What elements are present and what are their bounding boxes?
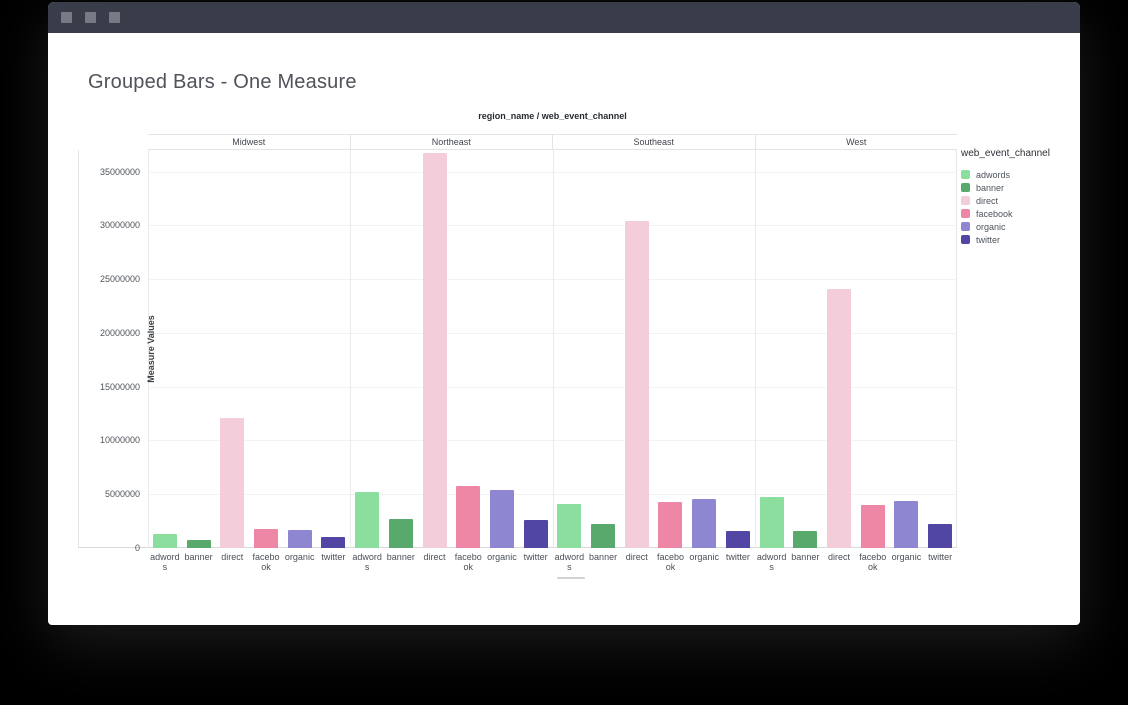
bar-southeast-direct[interactable] bbox=[625, 221, 649, 548]
legend-swatch-icon bbox=[961, 222, 970, 231]
bar-midwest-adwords[interactable] bbox=[153, 534, 177, 548]
legend-swatch-icon bbox=[961, 209, 970, 218]
bar-west-adwords[interactable] bbox=[760, 497, 784, 548]
bar-northeast-twitter[interactable] bbox=[524, 520, 548, 549]
x-tick-label: twitter bbox=[317, 552, 349, 562]
x-tick-label: direct bbox=[621, 552, 653, 562]
x-tick-label: adwords bbox=[553, 552, 585, 572]
bar-west-twitter[interactable] bbox=[928, 524, 952, 548]
y-tick-label: 15000000 bbox=[80, 382, 140, 392]
legend-swatch-icon bbox=[961, 235, 970, 244]
bar-west-facebook[interactable] bbox=[861, 505, 885, 548]
bar-northeast-organic[interactable] bbox=[490, 490, 514, 548]
legend-swatch-icon bbox=[961, 170, 970, 179]
bar-midwest-facebook[interactable] bbox=[254, 529, 278, 548]
bar-west-direct[interactable] bbox=[827, 289, 851, 548]
x-tick-label: facebook bbox=[857, 552, 889, 572]
y-tick-label: 0 bbox=[80, 543, 140, 553]
window-titlebar[interactable] bbox=[48, 2, 1080, 33]
bar-midwest-banner[interactable] bbox=[187, 540, 211, 548]
legend-item-direct[interactable]: direct bbox=[961, 194, 1076, 207]
x-tick-label: organic bbox=[890, 552, 922, 562]
scroll-handle[interactable] bbox=[557, 577, 585, 579]
chart-legend: web_event_channel adwords banner direct fac… bbox=[961, 148, 1076, 246]
bar-northeast-direct[interactable] bbox=[423, 153, 447, 548]
x-tick-label: facebook bbox=[654, 552, 686, 572]
y-tick-label: 25000000 bbox=[80, 274, 140, 284]
bar-midwest-twitter[interactable] bbox=[321, 537, 345, 548]
facet-panel-northeast bbox=[350, 150, 552, 548]
legend-item-label: facebook bbox=[976, 209, 1013, 219]
bar-northeast-adwords[interactable] bbox=[355, 492, 379, 548]
facet-panel-west bbox=[755, 150, 957, 548]
x-tick-label: adwords bbox=[149, 552, 181, 572]
x-tick-label: organic bbox=[688, 552, 720, 562]
x-tick-label: organic bbox=[284, 552, 316, 562]
legend-item-label: twitter bbox=[976, 235, 1000, 245]
bar-northeast-facebook[interactable] bbox=[456, 486, 480, 548]
x-tick-label: twitter bbox=[722, 552, 754, 562]
facet-header-southeast: Southeast bbox=[552, 135, 755, 149]
x-tick-label: twitter bbox=[924, 552, 956, 562]
bar-midwest-direct[interactable] bbox=[220, 418, 244, 548]
bar-west-organic[interactable] bbox=[894, 501, 918, 548]
legend-title: web_event_channel bbox=[961, 148, 1076, 159]
x-tick-label: facebook bbox=[250, 552, 282, 572]
bar-southeast-facebook[interactable] bbox=[658, 502, 682, 548]
legend-item-label: banner bbox=[976, 183, 1004, 193]
legend-item-label: adwords bbox=[976, 170, 1010, 180]
y-tick-label: 5000000 bbox=[80, 489, 140, 499]
x-tick-label: banner bbox=[587, 552, 619, 562]
y-tick-label: 10000000 bbox=[80, 435, 140, 445]
desktop-background: Grouped Bars - One Measure region_name /… bbox=[0, 0, 1128, 705]
chart-pivot-title: region_name / web_event_channel bbox=[148, 111, 957, 121]
x-tick-label: direct bbox=[216, 552, 248, 562]
x-tick-label: adwords bbox=[351, 552, 383, 572]
facet-panel-southeast bbox=[553, 150, 755, 548]
x-tick-label: twitter bbox=[520, 552, 552, 562]
page-title: Grouped Bars - One Measure bbox=[88, 71, 357, 94]
legend-item-label: organic bbox=[976, 222, 1006, 232]
legend-swatch-icon bbox=[961, 196, 970, 205]
window-control-icon[interactable] bbox=[109, 12, 120, 23]
x-tick-label: organic bbox=[486, 552, 518, 562]
facet-header-northeast: Northeast bbox=[350, 135, 553, 149]
legend-item-facebook[interactable]: facebook bbox=[961, 207, 1076, 220]
x-tick-label: banner bbox=[385, 552, 417, 562]
x-tick-label: banner bbox=[183, 552, 215, 562]
bar-southeast-adwords[interactable] bbox=[557, 504, 581, 548]
legend-swatch-icon bbox=[961, 183, 970, 192]
legend-item-banner[interactable]: banner bbox=[961, 181, 1076, 194]
legend-item-twitter[interactable]: twitter bbox=[961, 233, 1076, 246]
legend-item-organic[interactable]: organic bbox=[961, 220, 1076, 233]
x-tick-label: direct bbox=[419, 552, 451, 562]
bar-west-banner[interactable] bbox=[793, 531, 817, 548]
app-window: Grouped Bars - One Measure region_name /… bbox=[48, 2, 1080, 625]
x-tick-label: banner bbox=[789, 552, 821, 562]
y-tick-label: 35000000 bbox=[80, 167, 140, 177]
bar-northeast-banner[interactable] bbox=[389, 519, 413, 548]
facet-panel-midwest bbox=[148, 150, 350, 548]
legend-item-adwords[interactable]: adwords bbox=[961, 168, 1076, 181]
axis-divider bbox=[148, 150, 149, 548]
bar-southeast-organic[interactable] bbox=[692, 499, 716, 548]
y-tick-label: 30000000 bbox=[80, 220, 140, 230]
facet-header-west: West bbox=[755, 135, 958, 149]
window-control-icon[interactable] bbox=[61, 12, 72, 23]
x-tick-label: direct bbox=[823, 552, 855, 562]
bar-midwest-organic[interactable] bbox=[288, 530, 312, 548]
bar-southeast-banner[interactable] bbox=[591, 524, 615, 548]
y-tick-label: 20000000 bbox=[80, 328, 140, 338]
bar-southeast-twitter[interactable] bbox=[726, 531, 750, 548]
legend-item-label: direct bbox=[976, 196, 998, 206]
facet-header-midwest: Midwest bbox=[148, 135, 350, 149]
window-control-icon[interactable] bbox=[85, 12, 96, 23]
x-tick-label: facebook bbox=[452, 552, 484, 572]
facet-header-row: MidwestNortheastSoutheastWest bbox=[148, 134, 957, 150]
x-tick-label: adwords bbox=[756, 552, 788, 572]
